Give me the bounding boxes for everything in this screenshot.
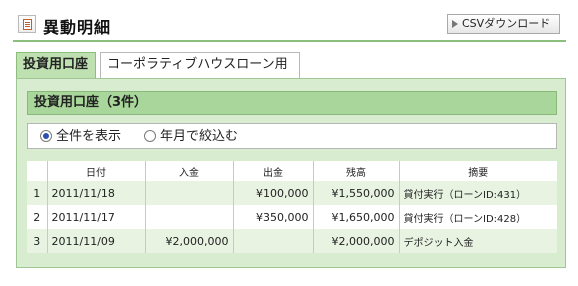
radio-show-all[interactable]: 全件を表示 bbox=[40, 129, 121, 145]
arrow-right-icon bbox=[452, 20, 458, 28]
row-withdrawal: ¥100,000 bbox=[233, 181, 314, 205]
table-row: 1 2011/11/18 ¥100,000 ¥1,550,000 貸付実行（ロー… bbox=[27, 181, 557, 205]
row-number: 3 bbox=[27, 229, 48, 253]
row-deposit: ¥2,000,000 bbox=[145, 229, 234, 253]
table-row: 2 2011/11/17 ¥350,000 ¥1,650,000 貸付実行（ロー… bbox=[27, 205, 557, 229]
csv-download-button[interactable]: CSVダウンロード bbox=[447, 14, 560, 34]
row-deposit bbox=[145, 205, 234, 229]
radio-selected-icon bbox=[40, 130, 52, 142]
radio-show-all-label: 全件を表示 bbox=[56, 129, 122, 144]
radio-filter-by-month[interactable]: 年月で絞込む bbox=[144, 129, 238, 145]
row-memo: デポジット入金 bbox=[399, 229, 557, 253]
filter-options: 全件を表示 年月で絞込む bbox=[27, 123, 557, 149]
col-header-no bbox=[27, 161, 48, 181]
csv-download-label: CSVダウンロード bbox=[462, 17, 551, 30]
col-header-balance: 残高 bbox=[313, 161, 400, 181]
tab-cooperative-house-loan-account[interactable]: コーポラティブハウスローン用口座 bbox=[100, 52, 300, 96]
account-panel: 投資用口座（3件） 全件を表示 年月で絞込む 日付 入金 出金 残高 摘要 1 … bbox=[16, 78, 566, 268]
row-date: 2011/11/09 bbox=[47, 229, 146, 253]
tab-investment-account[interactable]: 投資用口座 bbox=[16, 52, 96, 78]
row-date: 2011/11/18 bbox=[47, 181, 146, 205]
page-title: 異動明細 bbox=[43, 18, 112, 37]
transactions-table: 日付 入金 出金 残高 摘要 1 2011/11/18 ¥100,000 ¥1,… bbox=[27, 161, 557, 253]
col-header-deposit: 入金 bbox=[145, 161, 234, 181]
col-header-memo: 摘要 bbox=[399, 161, 557, 181]
radio-filter-by-month-label: 年月で絞込む bbox=[160, 129, 239, 144]
row-memo: 貸付実行（ローンID:428） bbox=[399, 205, 557, 229]
row-balance: ¥2,000,000 bbox=[313, 229, 400, 253]
row-withdrawal: ¥350,000 bbox=[233, 205, 314, 229]
document-icon bbox=[18, 15, 36, 33]
table-header-row: 日付 入金 出金 残高 摘要 bbox=[27, 161, 557, 181]
page-header: 異動明細 CSVダウンロード bbox=[13, 12, 566, 42]
row-withdrawal bbox=[233, 229, 314, 253]
col-header-date: 日付 bbox=[47, 161, 146, 181]
radio-unselected-icon bbox=[144, 130, 156, 142]
col-header-withdrawal: 出金 bbox=[233, 161, 314, 181]
row-memo: 貸付実行（ローンID:431） bbox=[399, 181, 557, 205]
row-balance: ¥1,650,000 bbox=[313, 205, 400, 229]
table-row: 3 2011/11/09 ¥2,000,000 ¥2,000,000 デポジット… bbox=[27, 229, 557, 253]
row-number: 2 bbox=[27, 205, 48, 229]
panel-title: 投資用口座（3件） bbox=[27, 91, 557, 115]
page: 異動明細 CSVダウンロード 投資用口座 コーポラティブハウスローン用口座 投資… bbox=[0, 0, 578, 286]
row-balance: ¥1,550,000 bbox=[313, 181, 400, 205]
row-deposit bbox=[145, 181, 234, 205]
row-date: 2011/11/17 bbox=[47, 205, 146, 229]
row-number: 1 bbox=[27, 181, 48, 205]
